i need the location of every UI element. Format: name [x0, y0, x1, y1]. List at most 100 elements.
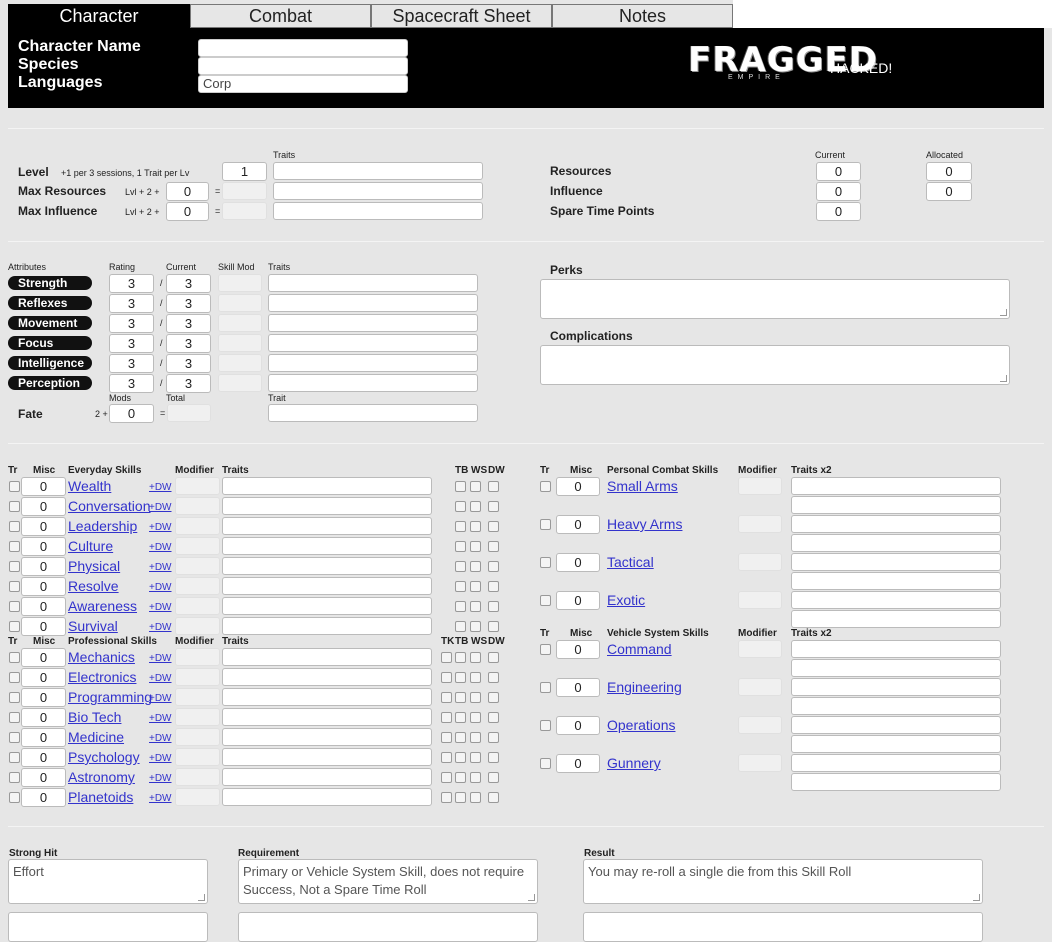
skill-medicine-ws-checkbox[interactable] [470, 732, 481, 743]
skill-programming-dw-link[interactable]: +DW [149, 693, 172, 704]
skill-programming-link[interactable]: Programming [68, 689, 152, 705]
skill-programming-tb-checkbox[interactable] [455, 692, 466, 703]
skill-leadership-trained-checkbox[interactable] [9, 521, 20, 532]
skill-survival-link[interactable]: Survival [68, 618, 118, 634]
skill-engineering-misc-input[interactable]: 0 [556, 678, 600, 697]
max-resources-mod-input[interactable]: 0 [166, 182, 209, 201]
skill-wealth-misc-input[interactable]: 0 [21, 477, 66, 496]
skill-mechanics-trained-checkbox[interactable] [9, 652, 20, 663]
skill-psychology-misc-input[interactable]: 0 [21, 748, 66, 767]
skill-astronomy-tk-checkbox[interactable] [441, 772, 452, 783]
level-traits-input[interactable] [273, 162, 483, 180]
skill-survival-trained-checkbox[interactable] [9, 621, 20, 632]
skill-medicine-tb-checkbox[interactable] [455, 732, 466, 743]
skill-conversation-ws-checkbox[interactable] [470, 501, 481, 512]
strong-hit-textarea[interactable]: Effort [8, 859, 208, 904]
skill-gunnery-traits-input-2[interactable] [791, 773, 1001, 791]
resize-grip-icon[interactable] [528, 894, 535, 901]
resize-grip-icon[interactable] [1000, 309, 1007, 316]
skill-operations-link[interactable]: Operations [607, 717, 675, 733]
skill-leadership-link[interactable]: Leadership [68, 518, 137, 534]
attribute-strength-rating-input[interactable]: 3 [109, 274, 154, 293]
skill-tactical-misc-input[interactable]: 0 [556, 553, 600, 572]
skill-engineering-trained-checkbox[interactable] [540, 682, 551, 693]
skill-mechanics-tb-checkbox[interactable] [455, 652, 466, 663]
attribute-reflexes-current-input[interactable]: 3 [166, 294, 211, 313]
skill-resolve-misc-input[interactable]: 0 [21, 577, 66, 596]
skill-leadership-ws-checkbox[interactable] [470, 521, 481, 532]
skill-medicine-tk-checkbox[interactable] [441, 732, 452, 743]
skill-medicine-link[interactable]: Medicine [68, 729, 124, 745]
skill-mechanics-dw-checkbox[interactable] [488, 652, 499, 663]
skill-programming-trained-checkbox[interactable] [9, 692, 20, 703]
skill-awareness-trained-checkbox[interactable] [9, 601, 20, 612]
skill-physical-ws-checkbox[interactable] [470, 561, 481, 572]
skill-awareness-traits-input[interactable] [222, 597, 432, 615]
skill-bio-tech-dw-link[interactable]: +DW [149, 713, 172, 724]
skill-programming-tk-checkbox[interactable] [441, 692, 452, 703]
resize-grip-icon[interactable] [1000, 375, 1007, 382]
skill-electronics-dw-checkbox[interactable] [488, 672, 499, 683]
skill-bio-tech-trained-checkbox[interactable] [9, 712, 20, 723]
skill-heavy-arms-traits-input-1[interactable] [791, 515, 1001, 533]
skill-operations-traits-input-1[interactable] [791, 716, 1001, 734]
skill-bio-tech-ws-checkbox[interactable] [470, 712, 481, 723]
skill-physical-link[interactable]: Physical [68, 558, 120, 574]
skill-bio-tech-tk-checkbox[interactable] [441, 712, 452, 723]
skill-exotic-trained-checkbox[interactable] [540, 595, 551, 606]
skill-awareness-misc-input[interactable]: 0 [21, 597, 66, 616]
tab-character[interactable]: Character [8, 4, 190, 28]
perks-textarea[interactable] [540, 279, 1010, 319]
skill-planetoids-misc-input[interactable]: 0 [21, 788, 66, 807]
max-influence-mod-input[interactable]: 0 [166, 202, 209, 221]
skill-tactical-link[interactable]: Tactical [607, 554, 654, 570]
skill-physical-misc-input[interactable]: 0 [21, 557, 66, 576]
skill-survival-dw-checkbox[interactable] [488, 621, 499, 632]
skill-command-traits-input-2[interactable] [791, 659, 1001, 677]
skill-small-arms-traits-input-1[interactable] [791, 477, 1001, 495]
skill-planetoids-dw-link[interactable]: +DW [149, 793, 172, 804]
skill-planetoids-tk-checkbox[interactable] [441, 792, 452, 803]
skill-culture-link[interactable]: Culture [68, 538, 113, 554]
skill-electronics-misc-input[interactable]: 0 [21, 668, 66, 687]
skill-culture-misc-input[interactable]: 0 [21, 537, 66, 556]
skill-mechanics-link[interactable]: Mechanics [68, 649, 135, 665]
species-input[interactable] [198, 57, 408, 75]
skill-tactical-traits-input-2[interactable] [791, 572, 1001, 590]
skill-awareness-link[interactable]: Awareness [68, 598, 137, 614]
skill-psychology-tk-checkbox[interactable] [441, 752, 452, 763]
skill-wealth-link[interactable]: Wealth [68, 478, 111, 494]
skill-culture-dw-checkbox[interactable] [488, 541, 499, 552]
skill-psychology-traits-input[interactable] [222, 748, 432, 766]
skill-programming-misc-input[interactable]: 0 [21, 688, 66, 707]
skill-astronomy-trained-checkbox[interactable] [9, 772, 20, 783]
attribute-focus-traits-input[interactable] [268, 334, 478, 352]
skill-heavy-arms-misc-input[interactable]: 0 [556, 515, 600, 534]
skill-survival-ws-checkbox[interactable] [470, 621, 481, 632]
fate-mods-input[interactable]: 0 [109, 404, 154, 423]
skill-command-trained-checkbox[interactable] [540, 644, 551, 655]
skill-wealth-ws-checkbox[interactable] [470, 481, 481, 492]
attribute-movement-traits-input[interactable] [268, 314, 478, 332]
attribute-reflexes-traits-input[interactable] [268, 294, 478, 312]
complications-textarea[interactable] [540, 345, 1010, 385]
skill-physical-tb-checkbox[interactable] [455, 561, 466, 572]
skill-conversation-trained-checkbox[interactable] [9, 501, 20, 512]
skill-operations-traits-input-2[interactable] [791, 735, 1001, 753]
skill-conversation-tb-checkbox[interactable] [455, 501, 466, 512]
skill-tactical-trained-checkbox[interactable] [540, 557, 551, 568]
resources-current-input[interactable]: 0 [816, 162, 861, 181]
skill-awareness-dw-link[interactable]: +DW [149, 602, 172, 613]
skill-planetoids-link[interactable]: Planetoids [68, 789, 133, 805]
skill-wealth-dw-link[interactable]: +DW [149, 482, 172, 493]
skill-command-link[interactable]: Command [607, 641, 672, 657]
tab-spacecraft-sheet[interactable]: Spacecraft Sheet [371, 4, 552, 28]
level-input[interactable]: 1 [222, 162, 267, 181]
skill-gunnery-link[interactable]: Gunnery [607, 755, 661, 771]
skill-gunnery-misc-input[interactable]: 0 [556, 754, 600, 773]
skill-psychology-ws-checkbox[interactable] [470, 752, 481, 763]
skill-mechanics-misc-input[interactable]: 0 [21, 648, 66, 667]
skill-wealth-dw-checkbox[interactable] [488, 481, 499, 492]
requirement-textarea[interactable]: Primary or Vehicle System Skill, does no… [238, 859, 538, 904]
resize-grip-icon[interactable] [198, 894, 205, 901]
